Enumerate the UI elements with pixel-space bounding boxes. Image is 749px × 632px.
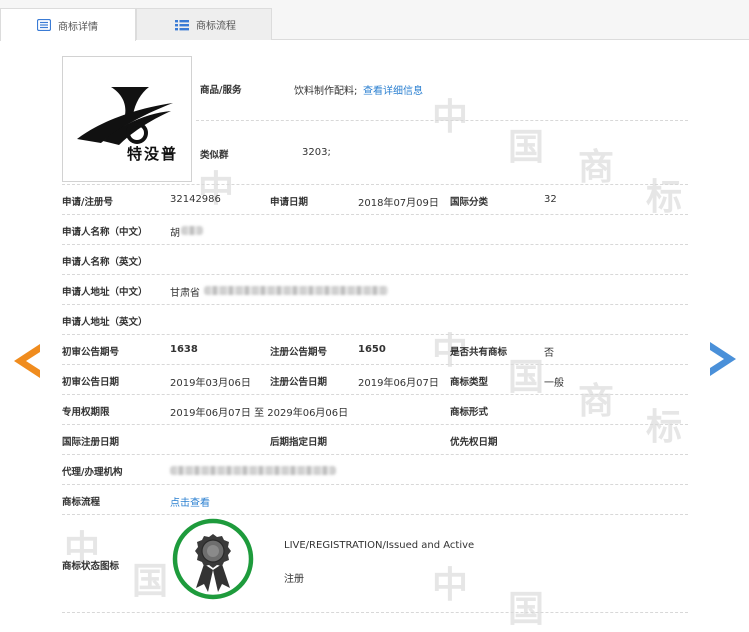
goods-value: 饮料制作配料;	[294, 86, 358, 97]
reg-no-value: 32142986	[170, 194, 221, 205]
prelim-date-value: 2019年03月06日	[170, 378, 251, 389]
watermark-char: 国	[508, 356, 545, 398]
process-list-icon	[175, 19, 189, 30]
applicant-cn-value: 胡	[170, 228, 180, 239]
goods-detail-link[interactable]: 查看详细信息	[363, 82, 423, 97]
prelim-date-label: 初审公告日期	[62, 377, 120, 388]
prelim-no-value: 1638	[170, 344, 198, 355]
watermark-char: 国	[132, 560, 169, 602]
exclusive-period-label: 专用权期限	[62, 407, 110, 418]
app-date-value: 2018年07月09日	[358, 198, 439, 209]
process-view-link[interactable]: 点击查看	[170, 494, 210, 509]
mark-type-value: 一般	[544, 378, 564, 389]
divider	[62, 184, 688, 185]
divider	[62, 424, 688, 425]
divider	[62, 514, 688, 515]
watermark-char: 国	[508, 588, 545, 630]
applicant-en-label: 申请人名称（英文）	[62, 257, 148, 268]
reg-pub-no-value: 1650	[358, 344, 386, 355]
intl-reg-date-label: 国际注册日期	[62, 437, 120, 448]
redacted-text	[204, 286, 388, 295]
address-cn-value: 甘肃省	[170, 288, 200, 299]
prev-arrow-icon[interactable]	[14, 344, 42, 378]
tab-trademark-process[interactable]: 商标流程	[136, 8, 272, 40]
trademark-image: 特没普	[62, 56, 192, 182]
reg-no-label: 申请/注册号	[62, 197, 113, 208]
app-date-label: 申请日期	[270, 197, 309, 208]
watermark-char: 中	[432, 564, 469, 606]
tab-label: 商标详情	[58, 21, 98, 33]
tab-trademark-detail[interactable]: 商标详情	[0, 8, 136, 41]
status-cn-text: 注册	[284, 574, 304, 585]
status-text: LIVE/REGISTRATION/Issued and Active	[284, 540, 475, 551]
divider	[196, 120, 688, 121]
process-label: 商标流程	[62, 497, 101, 508]
prelim-no-label: 初审公告期号	[62, 347, 120, 358]
redacted-text	[170, 466, 336, 475]
mark-form-label: 商标形式	[450, 407, 489, 418]
intl-class-label: 国际分类	[450, 197, 489, 208]
address-cn-label: 申请人地址（中文）	[62, 287, 148, 298]
divider	[62, 334, 688, 335]
agent-label: 代理/办理机构	[62, 467, 123, 478]
watermark-char: 国	[508, 126, 545, 168]
applicant-cn-label: 申请人名称（中文）	[62, 227, 148, 238]
status-icon-label: 商标状态图标	[62, 561, 120, 572]
similar-group-label: 类似群	[200, 150, 229, 161]
divider	[62, 484, 688, 485]
tab-bar: 商标详情 商标流程	[0, 0, 749, 41]
similar-group-value: 3203;	[302, 147, 331, 158]
watermark-char: 标	[646, 176, 683, 218]
watermark-char: 中	[432, 96, 469, 138]
tab-label: 商标流程	[196, 21, 236, 32]
watermark-char: 商	[578, 380, 615, 422]
divider	[62, 244, 688, 245]
later-date-label: 后期指定日期	[270, 437, 328, 448]
next-arrow-icon[interactable]	[708, 342, 736, 376]
divider	[62, 454, 688, 455]
watermark-char: 商	[578, 146, 615, 188]
reg-pub-no-label: 注册公告期号	[270, 347, 328, 358]
divider	[62, 214, 688, 215]
shared-label: 是否共有商标	[450, 347, 508, 358]
divider	[62, 364, 688, 365]
divider	[62, 274, 688, 275]
address-en-label: 申请人地址（英文）	[62, 317, 148, 328]
redacted-text	[181, 226, 203, 235]
shared-value: 否	[544, 348, 554, 359]
divider	[62, 304, 688, 305]
divider	[62, 612, 688, 613]
detail-list-icon	[37, 19, 51, 31]
intl-class-value: 32	[544, 194, 557, 205]
trademark-logo-text: 特没普	[127, 145, 179, 163]
registration-seal-icon	[172, 518, 254, 600]
reg-pub-date-value: 2019年06月07日	[358, 378, 439, 389]
exclusive-period-value: 2019年06月07日 至 2029年06月06日	[170, 408, 349, 419]
goods-label: 商品/服务	[200, 85, 242, 96]
reg-pub-date-label: 注册公告日期	[270, 377, 328, 388]
divider	[62, 394, 688, 395]
priority-date-label: 优先权日期	[450, 437, 498, 448]
mark-type-label: 商标类型	[450, 377, 489, 388]
